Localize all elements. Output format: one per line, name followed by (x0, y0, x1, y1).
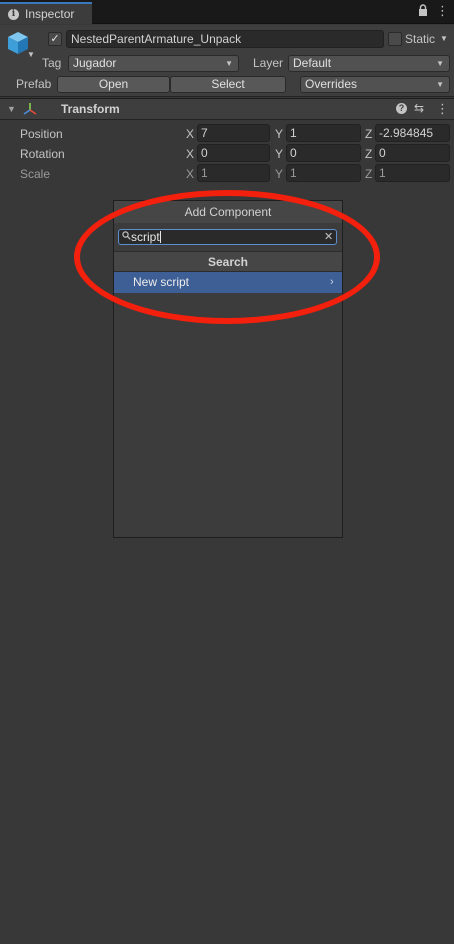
rotation-label: Rotation (20, 147, 65, 161)
axis-x-label[interactable]: X (186, 127, 194, 141)
layer-dropdown[interactable]: Default ▼ (288, 55, 450, 72)
rotation-x-field[interactable]: 0 (197, 144, 270, 162)
static-label[interactable]: Static (405, 32, 435, 46)
prefab-label: Prefab (16, 77, 52, 91)
position-y-field[interactable]: 1 (286, 124, 361, 142)
prefab-cube-icon[interactable] (7, 31, 29, 55)
static-checkbox[interactable] (388, 32, 402, 46)
foldout-arrow-icon[interactable]: ▼ (7, 104, 16, 114)
layer-label: Layer (253, 56, 284, 70)
help-icon[interactable]: ? (396, 103, 407, 114)
select-prefab-button[interactable]: Select (170, 76, 286, 93)
axis-y-label[interactable]: Y (275, 147, 283, 161)
axis-y-label[interactable]: Y (275, 127, 283, 141)
chevron-down-icon[interactable]: ▼ (27, 50, 35, 59)
scale-z-field[interactable]: 1 (375, 164, 450, 182)
tag-value: Jugador (73, 56, 117, 70)
chevron-down-icon: ▼ (225, 59, 233, 68)
position-label: Position (20, 127, 63, 141)
rotation-y-field[interactable]: 0 (286, 144, 361, 162)
rotation-z-field[interactable]: 0 (375, 144, 450, 162)
tag-dropdown[interactable]: Jugador ▼ (68, 55, 239, 72)
transform-icon (22, 101, 38, 117)
overrides-label: Overrides (305, 77, 358, 91)
kebab-menu-icon[interactable]: ⋮ (436, 3, 449, 21)
tab-inspector[interactable]: i Inspector (0, 2, 92, 24)
chevron-down-icon: ▼ (436, 80, 444, 89)
axis-x-label[interactable]: X (186, 147, 194, 161)
presets-icon[interactable]: ⇆ (414, 101, 424, 115)
kebab-menu-icon[interactable]: ⋮ (436, 101, 449, 117)
position-x-field[interactable]: 7 (197, 124, 270, 142)
axis-z-label[interactable]: Z (365, 167, 372, 181)
chevron-down-icon[interactable]: ▼ (440, 34, 448, 43)
layer-value: Default (293, 56, 332, 70)
tag-label: Tag (42, 56, 62, 70)
position-z-field[interactable]: -2.984845 (375, 124, 450, 142)
transform-title: Transform (61, 102, 120, 116)
chevron-down-icon: ▼ (436, 59, 444, 68)
active-checkbox[interactable]: ✓ (48, 32, 62, 46)
info-icon: i (8, 8, 19, 20)
scale-label: Scale (20, 167, 51, 181)
axis-z-label[interactable]: Z (365, 147, 372, 161)
object-name-input[interactable]: NestedParentArmature_Unpack (66, 30, 384, 48)
overrides-dropdown[interactable]: Overrides ▼ (300, 76, 450, 93)
tab-title: Inspector (25, 7, 75, 21)
axis-y-label[interactable]: Y (275, 167, 283, 181)
lock-icon[interactable] (418, 4, 432, 20)
scale-y-field[interactable]: 1 (286, 164, 361, 182)
axis-z-label[interactable]: Z (365, 127, 372, 141)
scale-x-field[interactable]: 1 (197, 164, 270, 182)
annotation-ellipse (74, 190, 380, 324)
open-prefab-button[interactable]: Open (57, 76, 170, 93)
axis-x-label[interactable]: X (186, 167, 194, 181)
